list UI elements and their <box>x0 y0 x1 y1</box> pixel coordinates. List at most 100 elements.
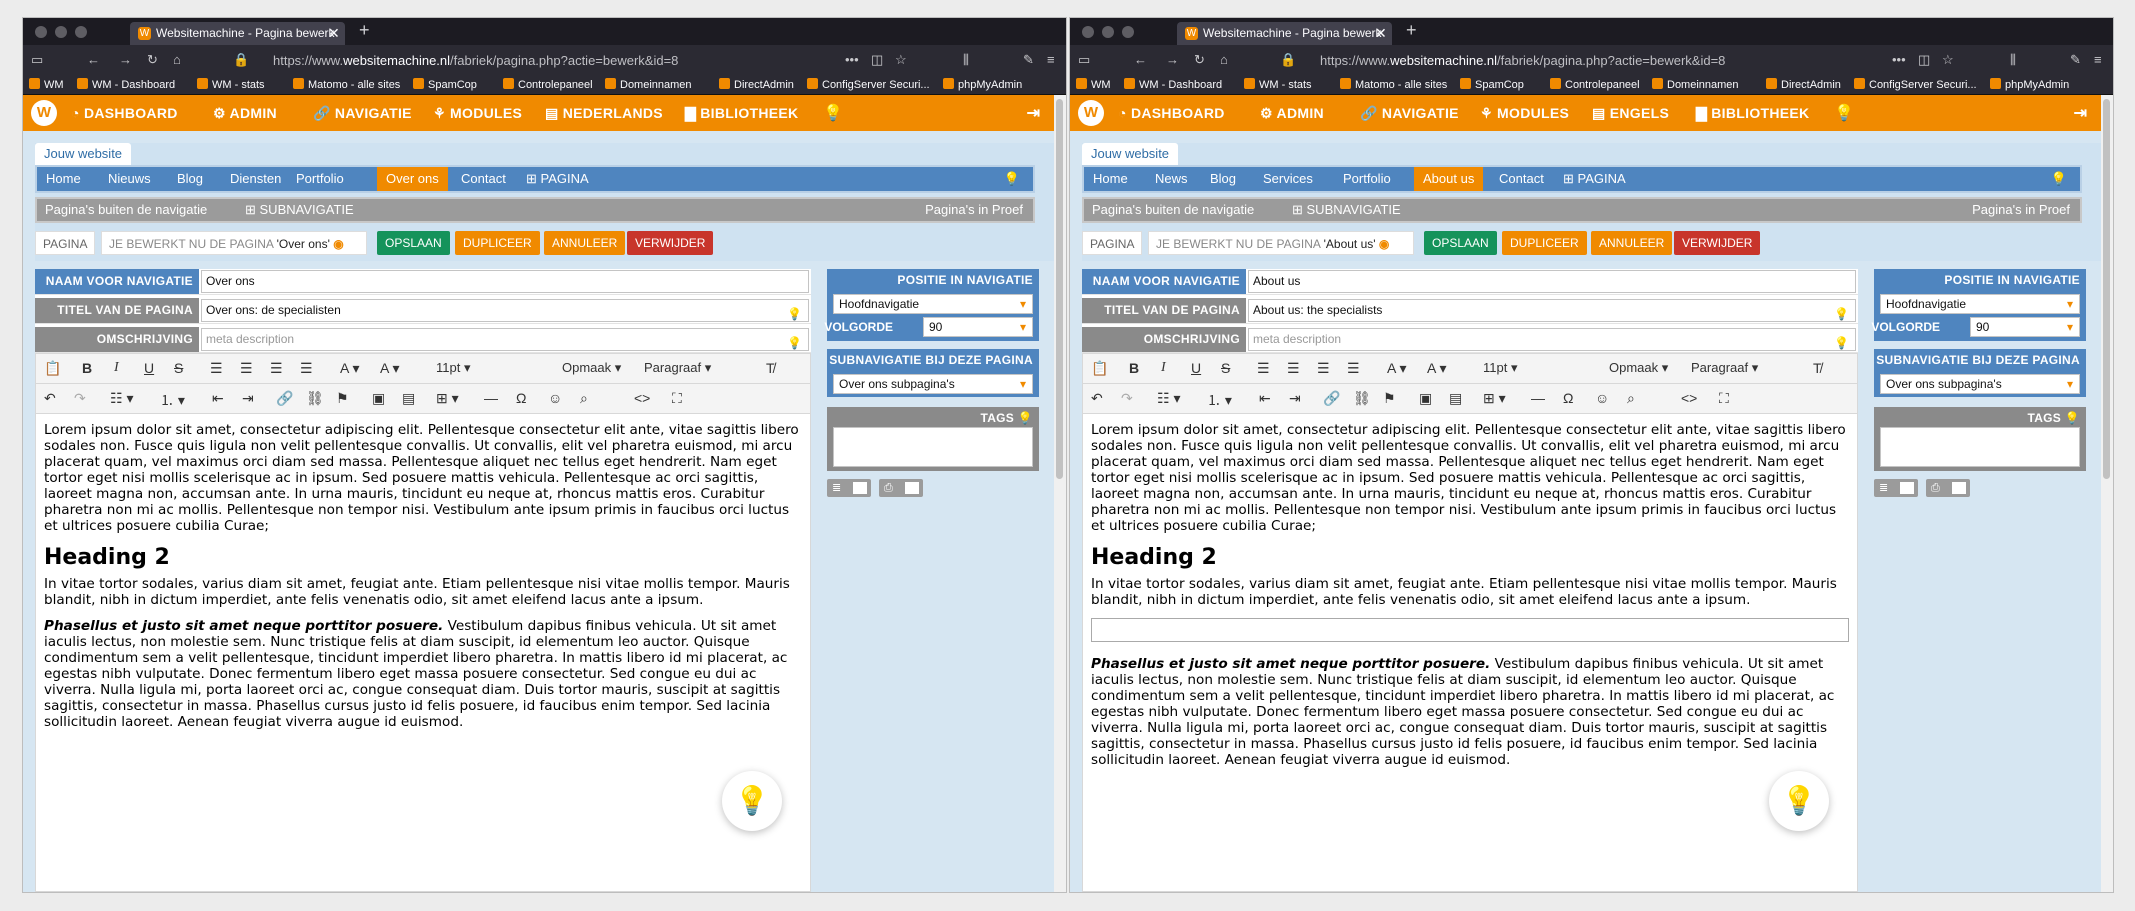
source-code-icon[interactable]: <> <box>634 390 650 406</box>
clear-format-icon[interactable]: T̸ <box>766 360 775 376</box>
bookmark-item[interactable]: Domeinnamen <box>1652 78 1739 91</box>
reload-icon[interactable]: ↻ <box>147 52 158 68</box>
pages-in-draft-link[interactable]: Pagina's in Proef <box>925 199 1023 221</box>
description-input[interactable]: meta description 💡 <box>201 328 809 351</box>
topnav-modules[interactable]: ⚘ MODULES <box>1480 105 1569 122</box>
redo-icon[interactable]: ↷ <box>74 390 86 407</box>
url-bar[interactable]: https://www.websitemachine.nl/fabriek/pa… <box>273 53 678 68</box>
editor-content[interactable]: Lorem ipsum dolor sit amet, consectetur … <box>35 414 811 892</box>
order-input[interactable]: 90 <box>1970 317 2080 337</box>
page-title-input[interactable]: About us: the specialists 💡 <box>1248 299 1856 322</box>
table-icon[interactable]: ⊞ ▾ <box>436 390 459 407</box>
page-button[interactable]: PAGINA <box>35 231 96 255</box>
clear-format-icon[interactable]: T̸ <box>1813 360 1822 376</box>
bookmark-item[interactable]: WM - Dashboard <box>1124 78 1222 91</box>
lightbulb-icon[interactable]: 💡 <box>823 103 843 123</box>
menu-item[interactable]: Home <box>1084 167 1137 191</box>
menu-item[interactable]: Diensten <box>221 167 290 191</box>
close-window-icon[interactable] <box>1082 26 1094 38</box>
hint-bulb-icon[interactable]: 💡 <box>787 304 802 325</box>
menu-item[interactable]: Blog <box>1201 167 1245 191</box>
numbered-list-icon[interactable]: ⒈ ▾ <box>160 390 185 410</box>
subnav-select[interactable]: Over ons subpagina's <box>1880 374 2080 394</box>
fullscreen-icon[interactable]: ⛶ <box>1719 390 1729 407</box>
align-right-icon[interactable]: ☰ <box>270 360 283 377</box>
menu-item[interactable]: ⊞ PAGINA <box>1554 167 1635 191</box>
hint-bulb-icon[interactable]: 💡 <box>787 333 802 354</box>
close-tab-icon[interactable]: ✕ <box>1375 22 1387 45</box>
topnav-language[interactable]: ▤ NEDERLANDS <box>545 105 663 122</box>
home-icon[interactable]: ⌂ <box>173 52 181 67</box>
home-icon[interactable]: ⌂ <box>1220 52 1228 67</box>
align-justify-icon[interactable]: ☰ <box>1347 360 1360 377</box>
bold-icon[interactable]: B <box>1129 360 1139 376</box>
sidebar-toggle-icon[interactable]: ▭ <box>1078 52 1090 68</box>
bookmark-item[interactable]: WM - Dashboard <box>77 78 175 91</box>
print-button[interactable]: ⎙ <box>1926 479 1970 497</box>
image-icon[interactable]: ▣ <box>372 390 385 407</box>
menu-item[interactable]: Portfolio <box>287 167 353 191</box>
delete-button[interactable]: VERWIJDER <box>1674 231 1761 255</box>
duplicate-button[interactable]: DUPLICEER <box>455 231 540 255</box>
library-icon[interactable]: ⫼ <box>2010 52 2016 68</box>
print-button[interactable]: ⎙ <box>879 479 923 497</box>
tags-input[interactable] <box>833 427 1033 467</box>
menu-item[interactable]: Services <box>1254 167 1322 191</box>
empty-block[interactable] <box>1091 618 1849 642</box>
topnav-dashboard[interactable]: ◔ DASHBOARD <box>1118 105 1225 121</box>
topnav-dashboard[interactable]: ◔ DASHBOARD <box>71 105 178 121</box>
bookmark-item[interactable]: phpMyAdmin <box>1990 78 2069 91</box>
logout-icon[interactable]: ⇥ <box>1027 103 1040 123</box>
list-view-button[interactable]: ≣ <box>827 479 871 497</box>
bookmark-item[interactable]: Controlepaneel <box>1550 78 1640 91</box>
find-icon[interactable]: ⌕ <box>580 390 588 407</box>
unlink-icon[interactable]: ⛓ <box>1353 390 1371 407</box>
text-color-icon[interactable]: A ▾ <box>340 360 359 377</box>
numbered-list-icon[interactable]: ⒈ ▾ <box>1207 390 1232 410</box>
font-size-select[interactable]: 11pt ▾ <box>436 360 470 376</box>
indent-icon[interactable]: ⇥ <box>242 390 254 407</box>
back-icon[interactable]: ← <box>87 52 100 67</box>
bookmark-item[interactable]: ConfigServer Securi... <box>1854 78 1977 91</box>
minimize-window-icon[interactable] <box>55 26 67 38</box>
special-char-icon[interactable]: Ω <box>1563 390 1573 406</box>
bookmark-item[interactable]: ConfigServer Securi... <box>807 78 930 91</box>
position-select[interactable]: Hoofdnavigatie <box>1880 294 2080 314</box>
nav-name-input[interactable]: About us <box>1248 270 1856 293</box>
forward-icon[interactable]: → <box>1166 52 1179 67</box>
bookmark-item[interactable]: Matomo - alle sites <box>1340 78 1447 91</box>
cancel-button[interactable]: ANNULEER <box>544 231 626 255</box>
maximize-window-icon[interactable] <box>1122 26 1134 38</box>
bookmark-item[interactable]: WM - stats <box>1244 78 1312 91</box>
text-color-icon[interactable]: A ▾ <box>1387 360 1406 377</box>
cancel-button[interactable]: ANNULEER <box>1591 231 1673 255</box>
strikethrough-icon[interactable]: S <box>1221 360 1230 376</box>
italic-icon[interactable]: I <box>114 360 119 376</box>
media-icon[interactable]: ▤ <box>402 390 415 407</box>
tools-icon[interactable]: ✎ <box>1023 52 1034 68</box>
menu-item[interactable]: News <box>1146 167 1197 191</box>
scrollbar-thumb[interactable] <box>1056 99 1063 479</box>
bookmark-item[interactable]: DirectAdmin <box>719 78 794 91</box>
page-title-input[interactable]: Over ons: de specialisten 💡 <box>201 299 809 322</box>
align-justify-icon[interactable]: ☰ <box>300 360 313 377</box>
menu-item[interactable]: About us <box>1414 167 1484 191</box>
subnavigation-link[interactable]: ⊞ SUBNAVIGATIE <box>1292 199 1401 221</box>
nav-name-input[interactable]: Over ons <box>201 270 809 293</box>
topnav-admin[interactable]: ⚙ ADMIN <box>1260 105 1324 122</box>
site-tab[interactable]: Jouw website <box>35 143 132 165</box>
site-tab[interactable]: Jouw website <box>1082 143 1179 165</box>
menu-item[interactable]: Home <box>37 167 90 191</box>
pages-in-draft-link[interactable]: Pagina's in Proef <box>1972 199 2070 221</box>
pages-outside-nav-link[interactable]: Pagina's buiten de navigatie <box>45 199 207 221</box>
paste-icon[interactable]: 📋 <box>1091 360 1108 377</box>
help-lightbulb-icon[interactable]: 💡 <box>1769 771 1829 831</box>
unlink-icon[interactable]: ⛓ <box>306 390 324 407</box>
menu-hint-icon[interactable]: 💡 <box>2042 167 2076 191</box>
topnav-navigatie[interactable]: 🔗 NAVIGATIE <box>313 105 412 122</box>
library-icon[interactable]: ⫼ <box>963 52 969 68</box>
link-icon[interactable]: 🔗 <box>1323 390 1340 407</box>
align-center-icon[interactable]: ☰ <box>240 360 253 377</box>
emoji-icon[interactable]: ☺ <box>1595 390 1609 406</box>
sidebar-toggle-icon[interactable]: ▭ <box>31 52 43 68</box>
